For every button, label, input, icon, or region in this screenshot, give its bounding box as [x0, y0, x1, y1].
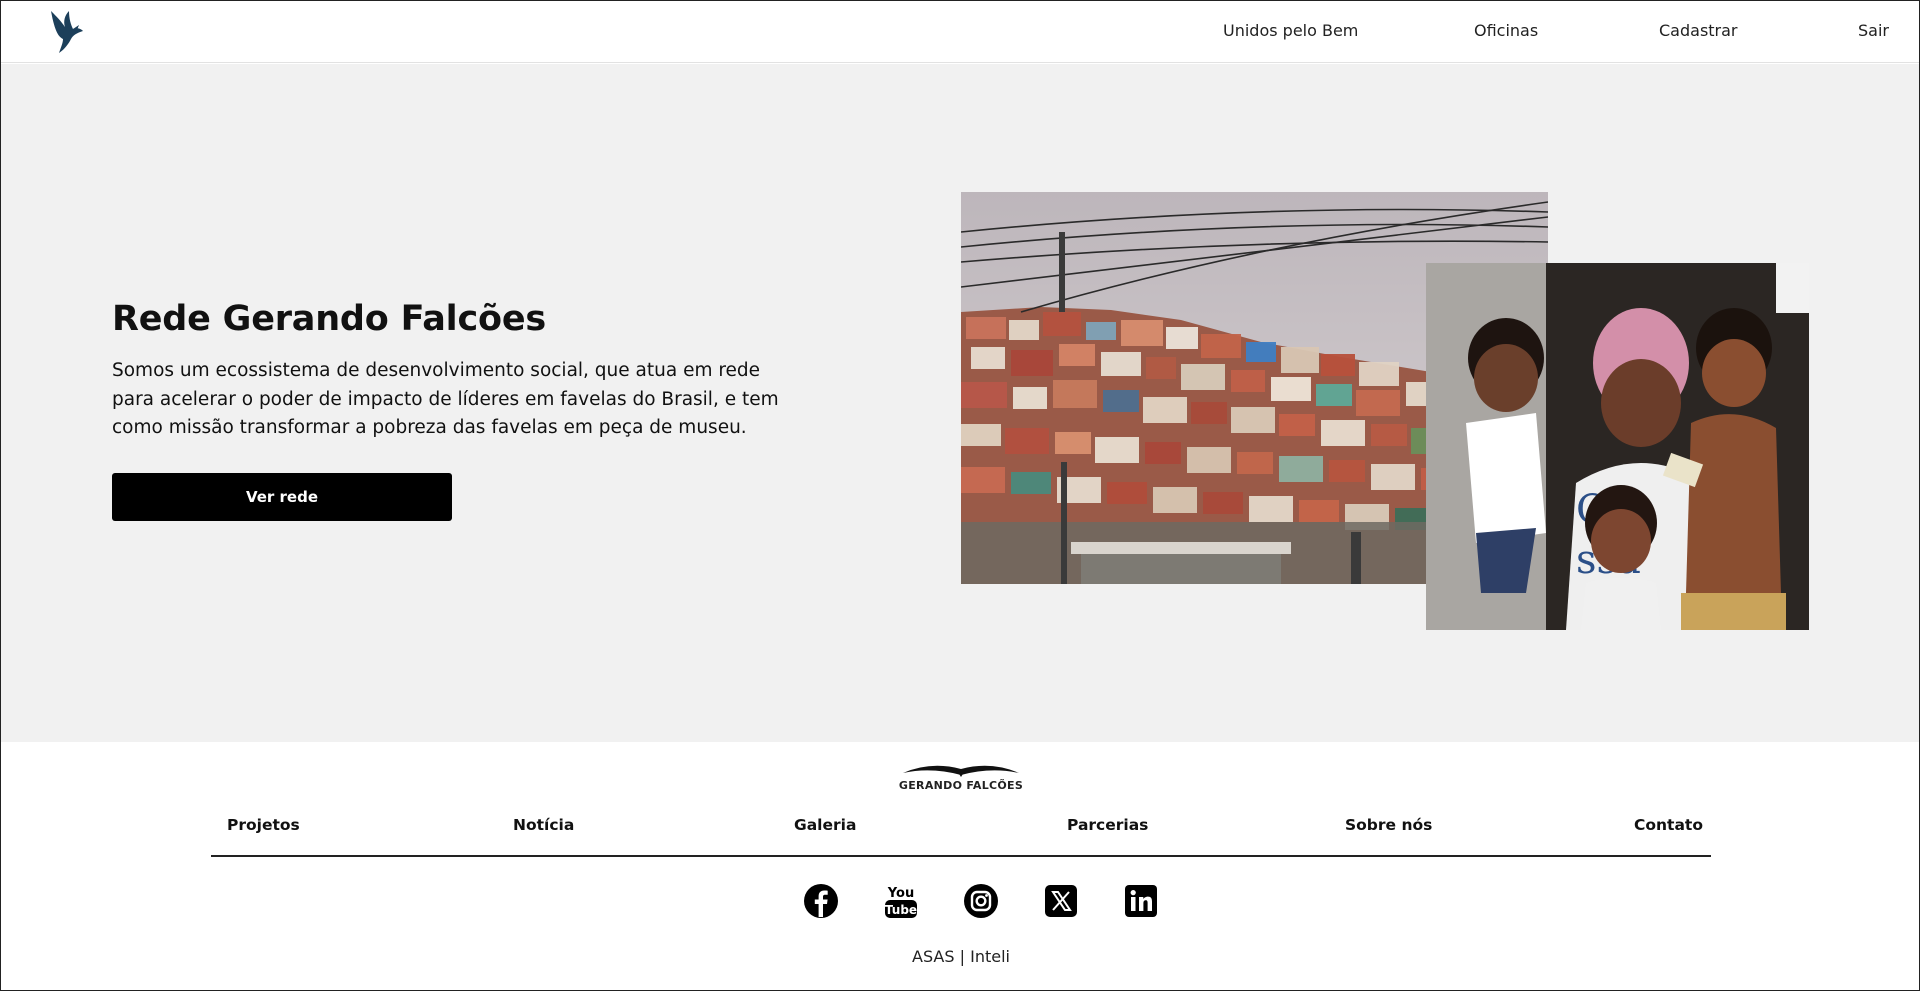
footer-link-projetos[interactable]: Projetos	[227, 816, 300, 834]
top-navbar: Unidos pelo Bem Oficinas Cadastrar Sair	[1, 1, 1919, 63]
footer-link-noticia[interactable]: Notícia	[513, 816, 574, 834]
footer-link-parcerias[interactable]: Parcerias	[1067, 816, 1148, 834]
nav-oficinas[interactable]: Oficinas	[1474, 21, 1538, 40]
x-twitter-icon[interactable]	[1043, 883, 1079, 919]
footer-link-sobre-nos[interactable]: Sobre nós	[1345, 816, 1432, 834]
footer-brand-name: GERANDO FALCÕES	[898, 779, 1024, 792]
footer-copyright: ASAS | Inteli	[912, 947, 1010, 966]
svg-text:Tube: Tube	[885, 903, 917, 917]
nav-sair[interactable]: Sair	[1858, 21, 1889, 40]
family-children-photo: Qu ssa	[1426, 263, 1809, 630]
ver-rede-button[interactable]: Ver rede	[112, 473, 452, 521]
nav-unidos-pelo-bem[interactable]: Unidos pelo Bem	[1223, 21, 1358, 40]
linkedin-icon[interactable]	[1123, 883, 1159, 919]
instagram-icon[interactable]	[963, 883, 999, 919]
hero-title: Rede Gerando Falcões	[112, 299, 547, 339]
footer-link-contato[interactable]: Contato	[1634, 816, 1703, 834]
footer-link-galeria[interactable]: Galeria	[794, 816, 856, 834]
facebook-icon[interactable]	[803, 883, 839, 919]
hero-section: Rede Gerando Falcões Somos um ecossistem…	[1, 64, 1919, 742]
hero-description: Somos um ecossistema de desenvolvimento …	[112, 360, 779, 438]
falcon-logo-icon[interactable]	[47, 7, 87, 55]
youtube-icon[interactable]: You Tube	[883, 883, 919, 919]
svg-text:You: You	[887, 886, 914, 901]
nav-cadastrar[interactable]: Cadastrar	[1659, 21, 1738, 40]
footer-divider	[211, 855, 1711, 857]
